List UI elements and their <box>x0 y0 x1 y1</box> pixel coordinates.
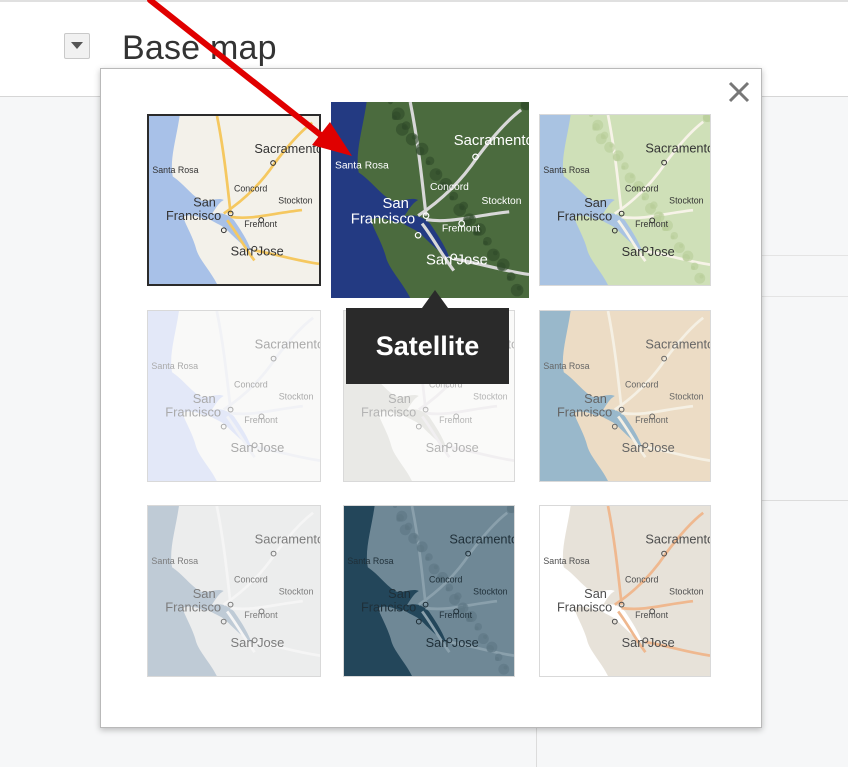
map-label-santa-rosa: Santa Rosa <box>543 556 589 566</box>
map-label-sacramento: Sacramento <box>645 336 710 351</box>
triangle-down-icon <box>71 42 83 49</box>
map-label-san-jose: San Jose <box>426 440 479 455</box>
map-label-concord: Concord <box>234 184 267 194</box>
basemap-tile-dark-landmass[interactable]: Sacramento Santa Rosa Concord Stockton San Fr… <box>343 505 515 677</box>
map-thumbnail: SacramentoSanta RosaConcordStocktonSanFr… <box>149 116 319 284</box>
map-label-stockton: Stockton <box>279 391 314 401</box>
map-label-concord: Concord <box>429 575 462 585</box>
map-label-fremont: Fremont <box>439 610 472 620</box>
map-label-concord: Concord <box>430 182 469 193</box>
background-divider-vertical <box>536 727 537 767</box>
map-label-stockton: Stockton <box>669 586 703 596</box>
map-label-stockton: Stockton <box>473 586 507 596</box>
map-label-san-francisco-1: San <box>382 196 408 212</box>
section-title: Base map <box>122 29 277 67</box>
map-label-concord: Concord <box>234 575 268 585</box>
map-label-stockton: Stockton <box>279 586 314 596</box>
map-label-sacramento: Sacramento <box>645 140 710 155</box>
map-label-santa-rosa: Santa Rosa <box>543 165 589 175</box>
map-label-san-francisco-2: Francisco <box>557 208 612 223</box>
map-label-santa-rosa: Santa Rosa <box>151 361 198 371</box>
map-thumbnail: SacramentoSanta RosaConcordStocktonSanFr… <box>540 311 710 481</box>
map-label-san-jose: San Jose <box>426 253 488 269</box>
basemap-tile-map[interactable]: Sacramento Santa Rosa Concord Stockton San Fr… <box>147 114 321 286</box>
map-label-fremont: Fremont <box>244 610 278 620</box>
map-label-concord: Concord <box>234 380 268 390</box>
map-label-stockton: Stockton <box>669 391 703 401</box>
map-label-santa-rosa: Santa Rosa <box>152 165 198 175</box>
basemap-tile-light-political[interactable]: Sacramento Santa Rosa Concord Stockton San Fr… <box>147 310 321 482</box>
map-label-san-jose: San Jose <box>622 440 675 455</box>
map-label-stockton: Stockton <box>669 195 703 205</box>
map-label-fremont: Fremont <box>244 219 277 229</box>
map-label-san-francisco-2: Francisco <box>557 599 612 614</box>
map-label-fremont: Fremont <box>635 415 668 425</box>
background-row <box>762 255 848 297</box>
map-label-santa-rosa: Santa Rosa <box>151 556 198 566</box>
map-thumbnail: SacramentoSanta RosaConcordStocktonSanFr… <box>540 506 710 676</box>
close-icon[interactable] <box>727 80 751 104</box>
map-label-santa-rosa: Santa Rosa <box>347 556 393 566</box>
map-label-san-francisco-1: San <box>193 196 216 210</box>
map-label-sacramento: Sacramento <box>454 133 529 149</box>
map-label-san-francisco-2: Francisco <box>361 599 416 614</box>
map-thumbnail: SacramentoSanta RosaConcordStocktonSanFr… <box>148 506 320 676</box>
map-thumbnail: SacramentoSanta RosaConcordStocktonSanFr… <box>331 102 529 298</box>
map-label-san-jose: San Jose <box>231 440 285 455</box>
map-label-san-jose: San Jose <box>622 244 675 259</box>
map-label-san-jose: San Jose <box>231 635 285 650</box>
map-label-santa-rosa: Santa Rosa <box>335 161 389 172</box>
map-label-san-francisco-2: Francisco <box>165 404 221 419</box>
tooltip: Satellite <box>346 308 509 384</box>
map-label-san-francisco-2: Francisco <box>165 599 221 614</box>
map-label-san-francisco-2: Francisco <box>351 212 415 228</box>
map-label-sacramento: Sacramento <box>255 336 320 351</box>
map-label-fremont: Fremont <box>442 223 480 234</box>
basemap-tile-simple-atlas[interactable]: Sacramento Santa Rosa Concord Stockton San Fr… <box>539 310 711 482</box>
map-label-san-jose: San Jose <box>622 635 675 650</box>
map-label-concord: Concord <box>625 575 658 585</box>
tooltip-pointer <box>422 290 448 308</box>
map-label-fremont: Fremont <box>635 219 668 229</box>
map-label-fremont: Fremont <box>635 610 668 620</box>
map-label-fremont: Fremont <box>439 415 472 425</box>
map-thumbnail: SacramentoSanta RosaConcordStocktonSanFr… <box>344 506 514 676</box>
map-thumbnail: SacramentoSanta RosaConcordStocktonSanFr… <box>540 115 710 285</box>
map-label-concord: Concord <box>625 184 658 194</box>
map-label-fremont: Fremont <box>244 415 278 425</box>
collapse-section-button[interactable] <box>64 33 90 59</box>
map-label-santa-rosa: Santa Rosa <box>543 361 589 371</box>
map-thumbnail: SacramentoSanta RosaConcordStocktonSanFr… <box>148 311 320 481</box>
basemap-tile-whitewater[interactable]: Sacramento Santa Rosa Concord Stockton San Fr… <box>539 505 711 677</box>
basemap-tile-terrain[interactable]: Sacramento Santa Rosa Concord Stockton San Fr… <box>539 114 711 286</box>
map-label-sacramento: Sacramento <box>645 531 710 546</box>
map-label-concord: Concord <box>625 380 658 390</box>
map-label-stockton: Stockton <box>473 391 507 401</box>
map-label-stockton: Stockton <box>481 196 521 207</box>
map-label-san-francisco-2: Francisco <box>557 404 612 419</box>
basemap-tile-light-gray[interactable]: Sacramento Santa Rosa Concord Stockton San Fr… <box>147 505 321 677</box>
map-label-sacramento: Sacramento <box>449 531 514 546</box>
map-label-sacramento: Sacramento <box>255 531 320 546</box>
map-label-san-jose: San Jose <box>231 245 284 259</box>
basemap-tile-satellite[interactable]: Sacramento Santa Rosa Concord Stockton San Fr… <box>331 102 529 298</box>
background-divider <box>760 500 848 501</box>
map-label-san-jose: San Jose <box>426 635 479 650</box>
map-label-san-francisco-2: Francisco <box>361 404 416 419</box>
map-label-san-francisco-2: Francisco <box>166 209 221 223</box>
map-label-sacramento: Sacramento <box>254 142 319 156</box>
map-label-stockton: Stockton <box>278 195 312 205</box>
top-divider <box>0 0 848 2</box>
